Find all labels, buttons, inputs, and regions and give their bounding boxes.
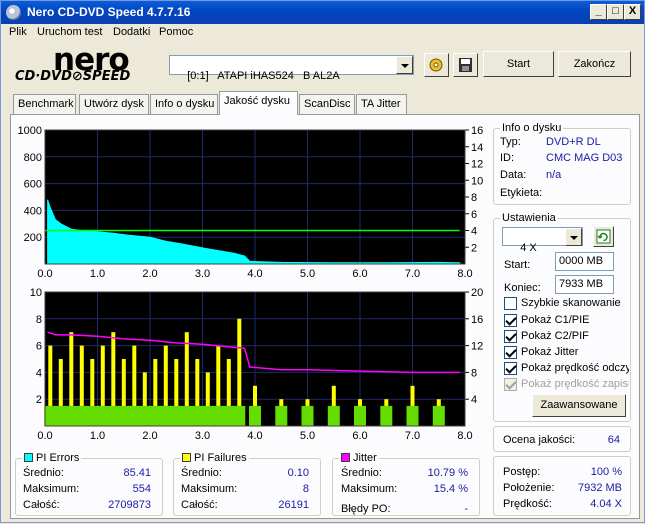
app-window: Nero CD-DVD Speed 4.7.7.16 _ □ X Plik Ur… bbox=[0, 0, 645, 523]
disc-id-value: CMC MAG D03 bbox=[546, 152, 623, 164]
close-button[interactable]: X bbox=[624, 4, 641, 20]
tab-ta-jitter[interactable]: TA Jitter bbox=[356, 94, 407, 114]
show-jitter-checkbox[interactable] bbox=[504, 346, 517, 359]
end-label: Koniec: bbox=[504, 282, 541, 294]
menu-dodatki[interactable]: Dodatki bbox=[113, 26, 150, 38]
tab-info-o-dysku[interactable]: Info o dysku bbox=[150, 94, 218, 114]
jitter-max-label: Maksimum: bbox=[341, 483, 398, 495]
disc-icon bbox=[6, 5, 21, 20]
jitter-avg-label: Średnio: bbox=[341, 467, 382, 479]
disc-info-title: Info o dysku bbox=[500, 122, 564, 134]
po-errors-label: Błędy PO: bbox=[341, 503, 391, 515]
minimize-button[interactable]: _ bbox=[590, 4, 607, 20]
pi-failures-total-value: 26191 bbox=[278, 499, 309, 511]
show-write-speed-label: Pokaż prędkość zapisu bbox=[521, 378, 629, 390]
title-bar[interactable]: Nero CD-DVD Speed 4.7.7.16 _ □ X bbox=[1, 1, 644, 24]
floppy-save-icon bbox=[459, 58, 472, 72]
menu-plik[interactable]: Plik bbox=[9, 26, 27, 38]
po-errors-value: - bbox=[464, 503, 468, 515]
pi-failures-max-label: Maksimum: bbox=[181, 483, 238, 495]
jitter-swatch bbox=[341, 453, 350, 462]
show-write-speed-checkbox bbox=[504, 378, 517, 391]
speed-select[interactable]: 4 X bbox=[502, 227, 583, 254]
end-mb-input[interactable]: 7933 MB bbox=[555, 275, 614, 294]
show-jitter-label: Pokaż Jitter bbox=[521, 346, 579, 358]
show-c1-pie-label: Pokaż C1/PIE bbox=[521, 314, 590, 326]
disc-type-label: Typ: bbox=[500, 136, 521, 148]
drive-info-button[interactable] bbox=[424, 53, 449, 77]
drive-select[interactable]: [0:1] ATAPI iHAS524 B AL2A bbox=[169, 55, 414, 82]
fast-scan-label: Szybkie skanowanie bbox=[521, 297, 621, 309]
jitter-max-value: 15.4 % bbox=[433, 483, 468, 495]
refresh-icon bbox=[596, 229, 611, 244]
show-read-speed-checkbox[interactable] bbox=[504, 362, 517, 375]
cd-dvd-speed-logo: CD·DVD⊘SPEED bbox=[15, 69, 131, 84]
pi-failures-avg-label: Średnio: bbox=[181, 467, 222, 479]
pi-errors-swatch bbox=[24, 453, 33, 462]
tab-benchmark[interactable]: Benchmark bbox=[13, 94, 76, 114]
window-title: Nero CD-DVD Speed 4.7.7.16 bbox=[27, 5, 191, 19]
end-button[interactable]: Zakończ bbox=[558, 51, 631, 77]
disc-type-value: DVD+R DL bbox=[546, 136, 601, 148]
tab-jakosc-dysku[interactable]: Jakość dysku bbox=[219, 91, 298, 115]
pi-failures-swatch bbox=[182, 453, 191, 462]
pi-failures-total-label: Całość: bbox=[181, 499, 218, 511]
settings-title: Ustawienia bbox=[500, 212, 558, 224]
tab-scandisc[interactable]: ScanDisc bbox=[299, 94, 355, 114]
pi-errors-max-value: 554 bbox=[132, 483, 151, 495]
maximize-button[interactable]: □ bbox=[607, 4, 624, 20]
chevron-down-icon[interactable] bbox=[396, 56, 413, 74]
quality-value: 64 bbox=[607, 434, 620, 446]
position-value: 7932 MB bbox=[577, 482, 622, 494]
chevron-down-icon[interactable] bbox=[565, 228, 582, 246]
speed-select-value: 4 X bbox=[520, 242, 537, 254]
pi-errors-avg-label: Średnio: bbox=[23, 467, 64, 479]
disc-id-label: ID: bbox=[500, 152, 515, 164]
show-read-speed-label: Pokaż prędkość odczytu bbox=[521, 362, 629, 374]
disc-date-label: Data: bbox=[500, 169, 527, 181]
save-button[interactable] bbox=[453, 53, 478, 77]
refresh-button[interactable] bbox=[593, 226, 614, 247]
disc-label-label: Etykieta: bbox=[500, 187, 543, 199]
progress-value: 100 % bbox=[590, 466, 622, 478]
pi-errors-avg-value: 85.41 bbox=[123, 467, 151, 479]
pi-failures-avg-value: 0.10 bbox=[287, 467, 309, 479]
menu-bar: Plik Uruchom test Dodatki Pomoc bbox=[1, 24, 644, 42]
progress-label: Postęp: bbox=[503, 466, 541, 478]
start-button[interactable]: Start bbox=[483, 51, 554, 77]
start-mb-input[interactable]: 0000 MB bbox=[555, 252, 614, 271]
menu-pomoc[interactable]: Pomoc bbox=[159, 26, 193, 38]
disc-info-icon bbox=[429, 58, 443, 72]
pi-errors-total-value: 2709873 bbox=[108, 499, 151, 511]
jitter-avg-value: 10.79 % bbox=[427, 467, 468, 479]
pi-failures-max-value: 8 bbox=[302, 483, 309, 495]
show-c1-pie-checkbox[interactable] bbox=[504, 314, 517, 327]
speed-label: Prędkość: bbox=[503, 498, 552, 510]
menu-uruchom-test[interactable]: Uruchom test bbox=[37, 26, 102, 38]
fast-scan-checkbox[interactable] bbox=[504, 297, 517, 310]
show-c2-pif-checkbox[interactable] bbox=[504, 330, 517, 343]
advanced-button[interactable]: Zaawansowane bbox=[532, 394, 626, 417]
speed-value: 4.04 X bbox=[590, 498, 622, 510]
show-c2-pif-label: Pokaż C2/PIF bbox=[521, 330, 589, 342]
start-label: Start: bbox=[504, 259, 531, 271]
position-label: Położenie: bbox=[503, 482, 555, 494]
pi-errors-total-label: Całość: bbox=[23, 499, 60, 511]
pi-errors-max-label: Maksimum: bbox=[23, 483, 80, 495]
tab-utworz-dysk[interactable]: Utwórz dysk bbox=[79, 94, 149, 114]
disc-date-value: n/a bbox=[546, 169, 562, 181]
drive-select-value: [0:1] ATAPI iHAS524 B AL2A bbox=[187, 70, 340, 82]
